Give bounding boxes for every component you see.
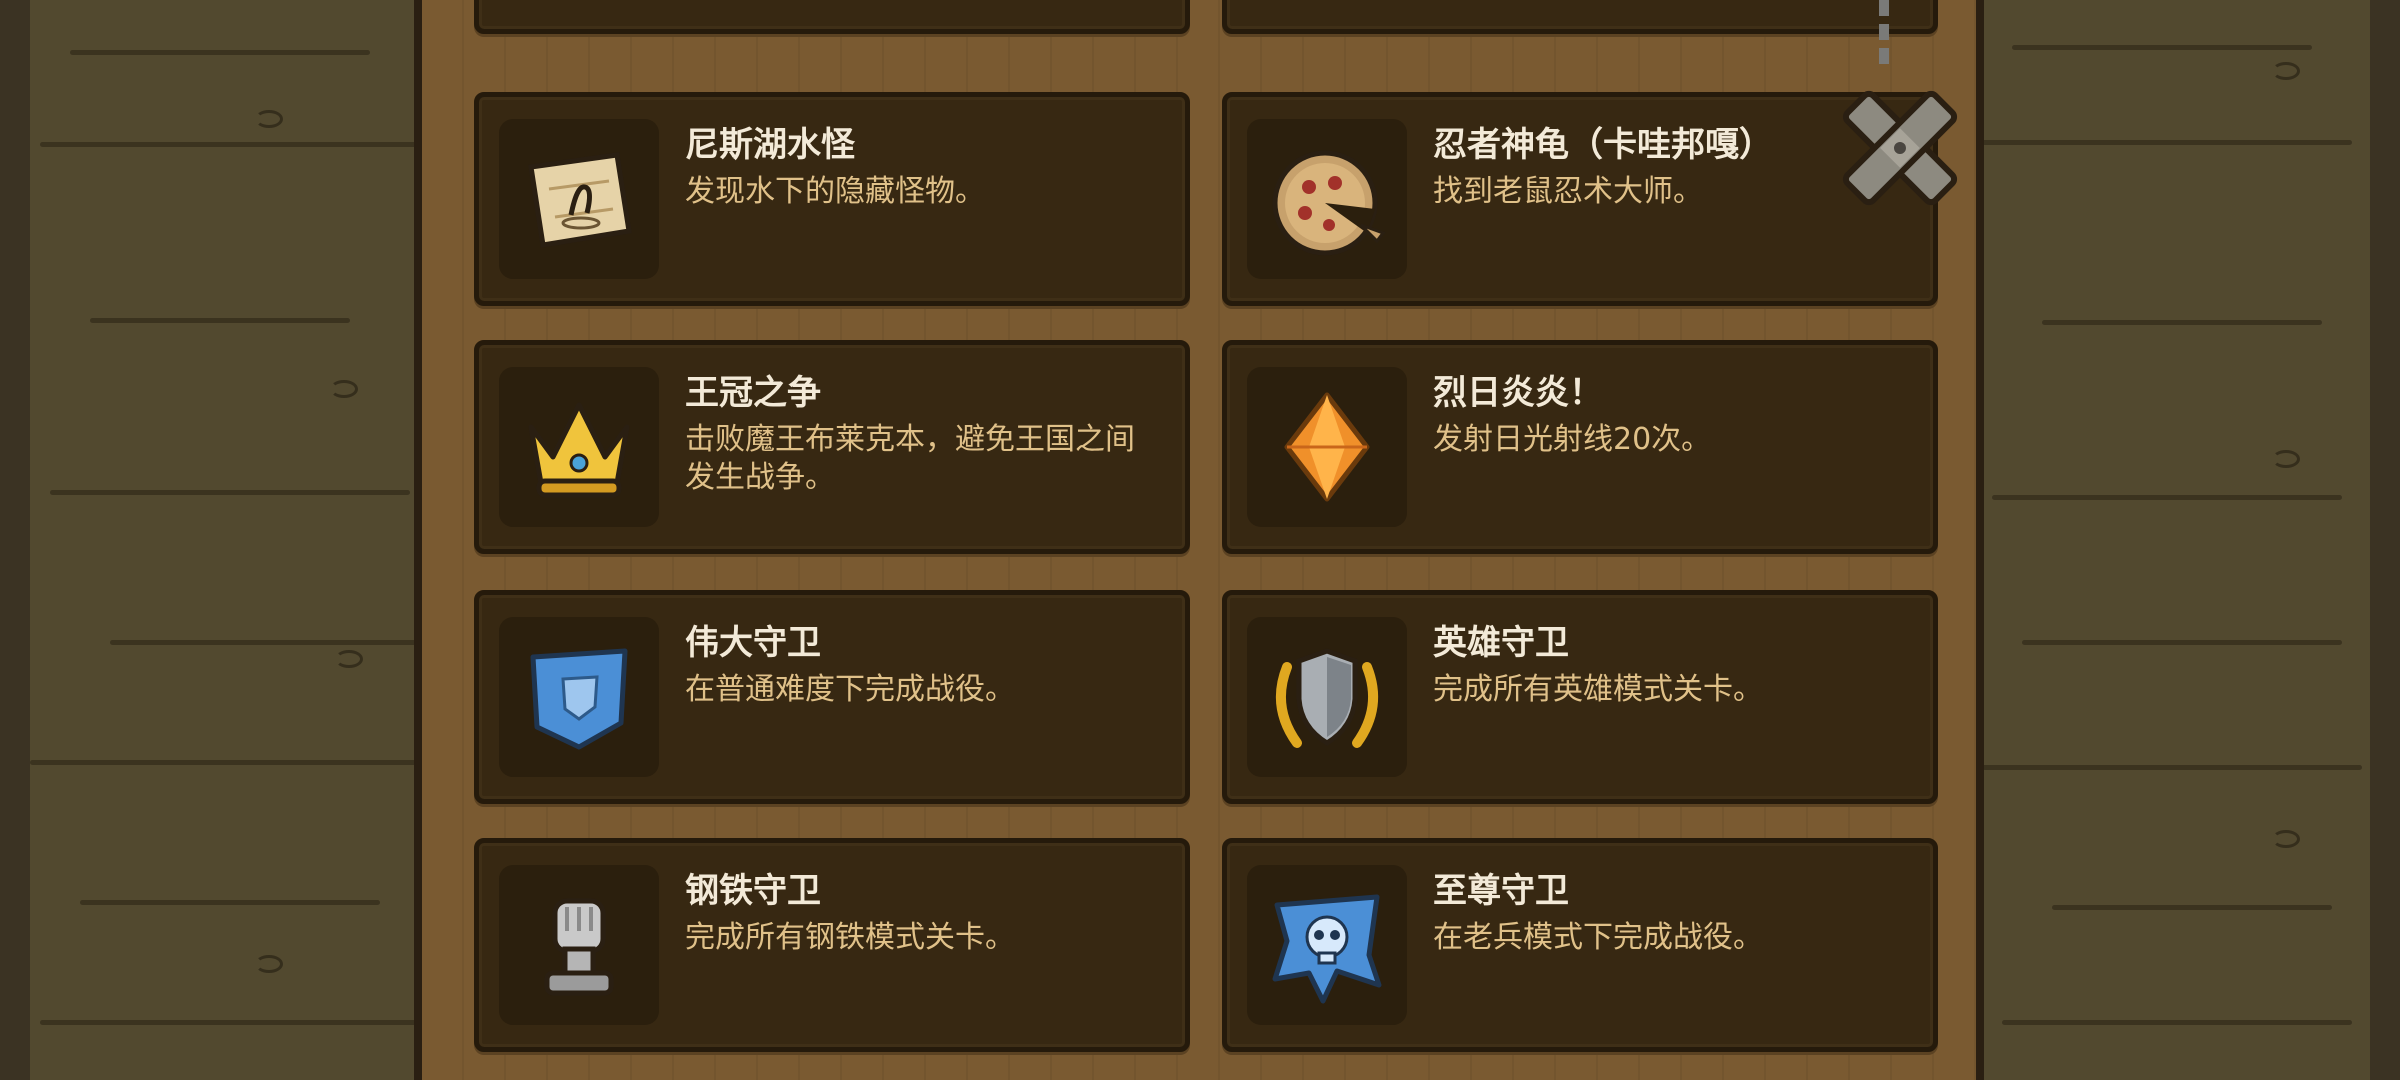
left-wood-floor bbox=[30, 0, 450, 1080]
achievement-title: 伟大守卫 bbox=[685, 623, 821, 663]
achievement-desc: 在普通难度下完成战役。 bbox=[685, 672, 1015, 707]
achievement-desc: 在老兵模式下完成战役。 bbox=[1433, 920, 1763, 955]
achievement-title: 烈日炎炎！ bbox=[1433, 373, 1603, 413]
achievement-desc: 发现水下的隐藏怪物。 bbox=[685, 174, 985, 209]
achievement-card: 烈日炎炎！ 发射日光射线20次。 bbox=[1222, 340, 1938, 554]
close-button[interactable] bbox=[1820, 0, 1980, 230]
achievement-icon-frame bbox=[499, 119, 659, 279]
achievement-title: 至尊守卫 bbox=[1433, 871, 1569, 911]
achievement-desc: 完成所有英雄模式关卡。 bbox=[1433, 672, 1763, 707]
skull-banner-icon bbox=[1272, 894, 1382, 1004]
right-wood-floor bbox=[1982, 0, 2370, 1080]
achievement-icon-frame bbox=[1247, 865, 1407, 1025]
achievement-icon-frame bbox=[499, 865, 659, 1025]
lake-map-icon bbox=[528, 152, 632, 248]
iron-fist-icon bbox=[544, 898, 614, 996]
achievement-title: 尼斯湖水怪 bbox=[685, 125, 855, 165]
crown-icon bbox=[528, 402, 630, 498]
right-edge bbox=[2370, 0, 2400, 1080]
achievement-title: 王冠之争 bbox=[685, 373, 821, 413]
achievements-board: 尼斯湖水怪 发现水下的隐藏怪物。 忍者神龟（卡哇邦嘎） 找到老鼠忍术大师。 王冠… bbox=[414, 0, 1984, 1080]
achievement-icon-frame bbox=[499, 367, 659, 527]
achievement-icon-frame bbox=[1247, 119, 1407, 279]
achievement-card: 尼斯湖水怪 发现水下的隐藏怪物。 bbox=[474, 92, 1190, 306]
achievement-card-partial bbox=[474, 0, 1190, 34]
close-x-icon bbox=[1842, 0, 1958, 206]
achievement-icon-frame bbox=[1247, 617, 1407, 777]
achievement-icon-frame bbox=[1247, 367, 1407, 527]
achievement-card: 至尊守卫 在老兵模式下完成战役。 bbox=[1222, 838, 1938, 1052]
laurel-shield-icon bbox=[1275, 648, 1379, 748]
achievement-title: 钢铁守卫 bbox=[685, 871, 821, 911]
achievement-desc: 击败魔王布莱克本，避免王国之间发生战争。 bbox=[685, 422, 1135, 495]
achievement-icon-frame bbox=[499, 617, 659, 777]
achievement-desc: 发射日光射线20次。 bbox=[1433, 422, 1712, 457]
blue-banner-icon bbox=[530, 648, 628, 750]
achievement-card: 王冠之争 击败魔王布莱克本，避免王国之间发生战争。 bbox=[474, 340, 1190, 554]
achievement-desc: 完成所有钢铁模式关卡。 bbox=[685, 920, 1015, 955]
pizza-icon bbox=[1272, 150, 1386, 256]
left-edge bbox=[0, 0, 30, 1080]
achievement-card: 钢铁守卫 完成所有钢铁模式关卡。 bbox=[474, 838, 1190, 1052]
orange-gem-icon bbox=[1284, 392, 1370, 502]
achievement-card: 英雄守卫 完成所有英雄模式关卡。 bbox=[1222, 590, 1938, 804]
achievement-title: 英雄守卫 bbox=[1433, 623, 1569, 663]
achievement-card: 伟大守卫 在普通难度下完成战役。 bbox=[474, 590, 1190, 804]
